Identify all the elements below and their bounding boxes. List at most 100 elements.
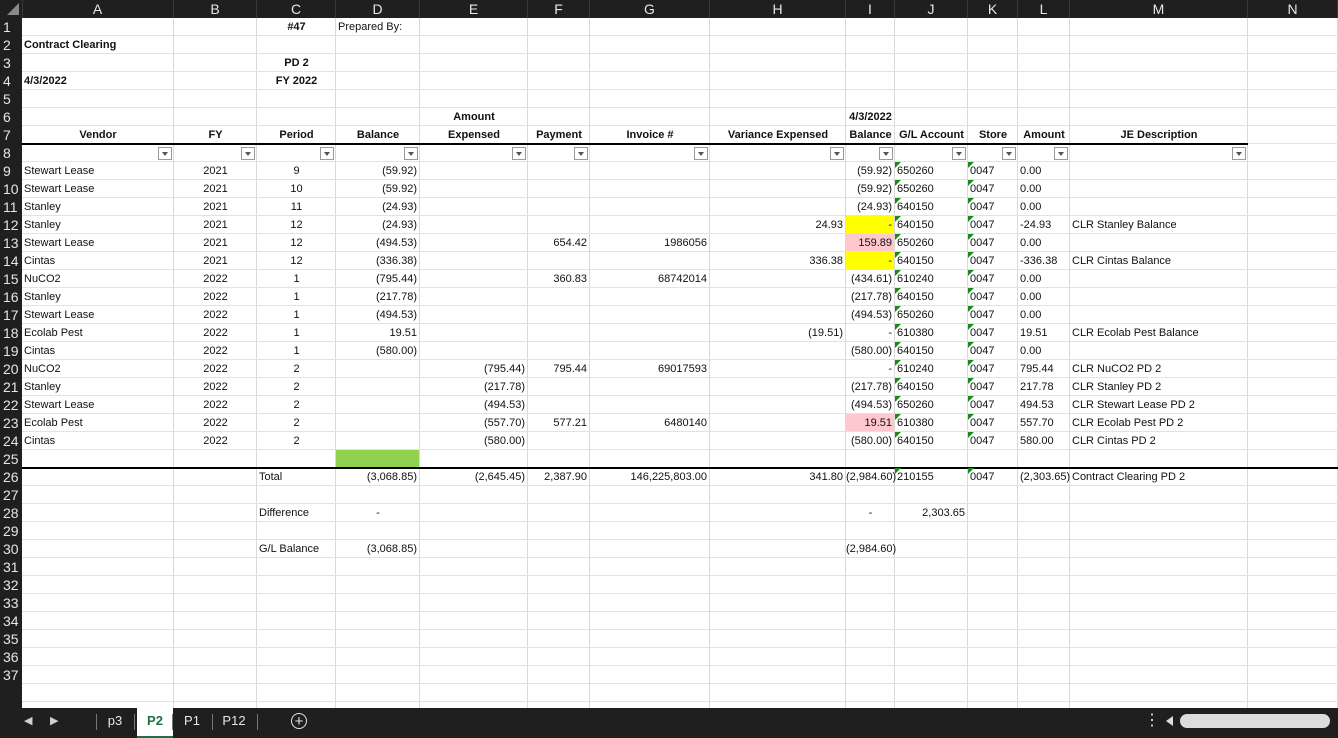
gl-account-cell[interactable]: 610380 — [895, 414, 968, 432]
je-description-cell[interactable] — [1070, 306, 1248, 324]
row-header-18[interactable]: 18 — [0, 324, 22, 342]
column-title-invoice[interactable]: Invoice # — [590, 126, 710, 144]
period-cell[interactable]: 2 — [257, 432, 336, 450]
amount-cell[interactable]: 0.00 — [1018, 234, 1070, 252]
fy-cell[interactable]: 2021 — [174, 198, 257, 216]
row-header-14[interactable]: 14 — [0, 252, 22, 270]
row-header-36[interactable]: 36 — [0, 648, 22, 666]
filter-dropdown-button[interactable] — [512, 147, 526, 160]
store-cell[interactable]: 0047 — [968, 180, 1018, 198]
horizontal-scrollbar[interactable] — [1180, 714, 1330, 728]
fy-cell[interactable]: 2021 — [174, 180, 257, 198]
sheet-tab-p1[interactable]: P1 — [174, 708, 210, 736]
row-header-37[interactable]: 37 — [0, 666, 22, 684]
expensed-cell[interactable]: (580.00) — [420, 432, 528, 450]
store-cell[interactable]: 0047 — [968, 342, 1018, 360]
row-header-21[interactable]: 21 — [0, 378, 22, 396]
gl-account-cell[interactable]: 640150 — [895, 252, 968, 270]
filter-dropdown-button[interactable] — [694, 147, 708, 160]
variance-cell[interactable] — [710, 198, 846, 216]
payment-cell[interactable] — [528, 306, 590, 324]
variance-cell[interactable] — [710, 306, 846, 324]
balance-date-value-cell[interactable]: (217.78) — [846, 378, 895, 396]
invoice-cell[interactable]: 1986056 — [590, 234, 710, 252]
row-header-16[interactable]: 16 — [0, 288, 22, 306]
amount-cell[interactable]: 0.00 — [1018, 198, 1070, 216]
payment-cell[interactable]: 795.44 — [528, 360, 590, 378]
column-title-gl[interactable]: G/L Account — [895, 126, 968, 144]
payment-cell[interactable] — [528, 162, 590, 180]
payment-cell[interactable] — [528, 288, 590, 306]
period-cell[interactable]: 2 — [257, 360, 336, 378]
vendor-cell[interactable]: Cintas — [22, 342, 174, 360]
period-cell[interactable]: 12 — [257, 216, 336, 234]
row-header-31[interactable]: 31 — [0, 558, 22, 576]
gl-balance-date-value-cell[interactable]: (2,984.60) — [846, 540, 896, 558]
column-title-payment[interactable]: Payment — [528, 126, 590, 144]
gl-account-cell[interactable]: 610380 — [895, 324, 968, 342]
vendor-cell[interactable]: Stewart Lease — [22, 306, 174, 324]
variance-cell[interactable] — [710, 414, 846, 432]
amount-cell[interactable]: -24.93 — [1018, 216, 1070, 234]
store-cell[interactable]: 0047 — [968, 360, 1018, 378]
expensed-cell[interactable] — [420, 162, 528, 180]
vendor-cell[interactable]: Stanley — [22, 378, 174, 396]
vendor-cell[interactable]: Cintas — [22, 432, 174, 450]
fy-cell[interactable]: 2022 — [174, 324, 257, 342]
balance-cell[interactable]: 19.51 — [336, 324, 420, 342]
amount-cell[interactable]: -336.38 — [1018, 252, 1070, 270]
expensed-cell[interactable] — [420, 324, 528, 342]
store-cell[interactable]: 0047 — [968, 234, 1018, 252]
payment-cell[interactable] — [528, 342, 590, 360]
period-cell[interactable]: 2 — [257, 396, 336, 414]
invoice-cell[interactable] — [590, 288, 710, 306]
fy-cell[interactable]: 2022 — [174, 432, 257, 450]
invoice-cell[interactable] — [590, 162, 710, 180]
row-header-25[interactable]: 25 — [0, 450, 22, 468]
row-header-22[interactable]: 22 — [0, 396, 22, 414]
column-header-h[interactable]: H — [710, 0, 846, 18]
variance-cell[interactable]: 24.93 — [710, 216, 846, 234]
period-cell[interactable]: 1 — [257, 306, 336, 324]
fy-cell[interactable]: 2022 — [174, 414, 257, 432]
store-cell[interactable]: 0047 — [968, 162, 1018, 180]
period-cell[interactable]: 1 — [257, 342, 336, 360]
balance-date-value-cell[interactable]: (24.93) — [846, 198, 895, 216]
balance-cell[interactable]: (494.53) — [336, 234, 420, 252]
period-label-cell[interactable]: PD 2 — [257, 54, 336, 72]
je-description-cell[interactable]: CLR Ecolab Pest Balance — [1070, 324, 1248, 342]
payment-cell[interactable] — [528, 180, 590, 198]
expensed-cell[interactable]: (557.70) — [420, 414, 528, 432]
filter-dropdown-button[interactable] — [320, 147, 334, 160]
expensed-cell[interactable] — [420, 252, 528, 270]
balance-cell[interactable]: (59.92) — [336, 162, 420, 180]
amount-cell[interactable]: 0.00 — [1018, 306, 1070, 324]
total-gl-account-cell[interactable]: 210155 — [895, 468, 968, 486]
fiscal-year-cell[interactable]: FY 2022 — [257, 72, 336, 90]
balance-date-value-cell[interactable]: - — [846, 252, 895, 270]
balance-date-value-cell[interactable]: - — [846, 360, 895, 378]
amount-cell[interactable]: 580.00 — [1018, 432, 1070, 450]
filter-dropdown-button[interactable] — [830, 147, 844, 160]
expensed-cell[interactable]: (795.44) — [420, 360, 528, 378]
store-cell[interactable]: 0047 — [968, 432, 1018, 450]
invoice-cell[interactable] — [590, 324, 710, 342]
balance-cell[interactable] — [336, 378, 420, 396]
vendor-cell[interactable]: Stanley — [22, 198, 174, 216]
gl-account-cell[interactable]: 610240 — [895, 360, 968, 378]
select-all-corner[interactable] — [0, 0, 23, 18]
filter-dropdown-button[interactable] — [879, 147, 893, 160]
more-options-icon[interactable]: ⋮ — [1144, 708, 1160, 734]
column-header-m[interactable]: M — [1070, 0, 1248, 18]
row-header-27[interactable]: 27 — [0, 486, 22, 504]
row-header-1[interactable]: 1 — [0, 18, 22, 36]
gl-account-cell[interactable]: 650260 — [895, 306, 968, 324]
je-description-cell[interactable] — [1070, 234, 1248, 252]
row-header-30[interactable]: 30 — [0, 540, 22, 558]
period-cell[interactable]: 11 — [257, 198, 336, 216]
fy-cell[interactable]: 2022 — [174, 378, 257, 396]
period-cell[interactable]: 1 — [257, 270, 336, 288]
expensed-cell[interactable] — [420, 306, 528, 324]
fy-cell[interactable]: 2022 — [174, 306, 257, 324]
balance-date-value-cell[interactable]: (59.92) — [846, 162, 895, 180]
